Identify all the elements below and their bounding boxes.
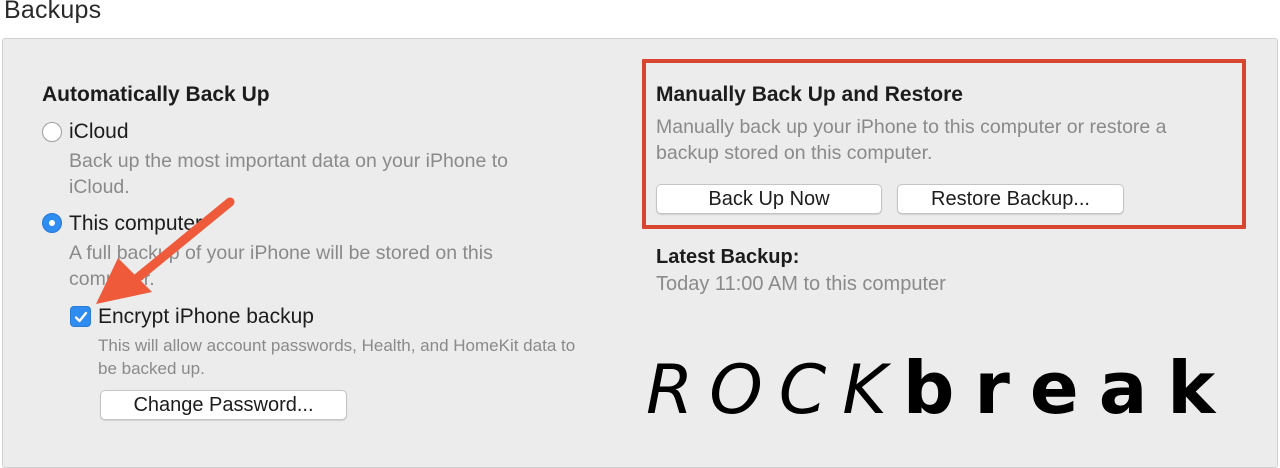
watermark-logo: ROCKbreak [646, 346, 1235, 430]
checkmark-icon [74, 311, 88, 323]
latest-backup-label: Latest Backup: [656, 246, 800, 268]
icloud-radio[interactable] [42, 122, 62, 142]
icloud-description-line1: Back up the most important data on your … [69, 150, 509, 172]
watermark-break: break [902, 346, 1236, 430]
this-computer-radio[interactable] [42, 213, 62, 233]
latest-backup-value: Today 11:00 AM to this computer [656, 273, 946, 295]
change-password-button[interactable]: Change Password... [100, 390, 347, 420]
red-arrow-icon [96, 197, 235, 304]
section-title: Backups [4, 0, 102, 24]
auto-backup-heading: Automatically Back Up [42, 83, 270, 106]
watermark-rock: ROCK [646, 351, 903, 430]
icloud-label[interactable]: iCloud [69, 120, 129, 144]
encrypt-description-line2: be backed up. [98, 359, 205, 378]
encrypt-description-line1: This will allow account passwords, Healt… [98, 336, 576, 355]
encrypt-checkbox[interactable] [70, 306, 91, 327]
manual-section-highlight [642, 59, 1246, 229]
